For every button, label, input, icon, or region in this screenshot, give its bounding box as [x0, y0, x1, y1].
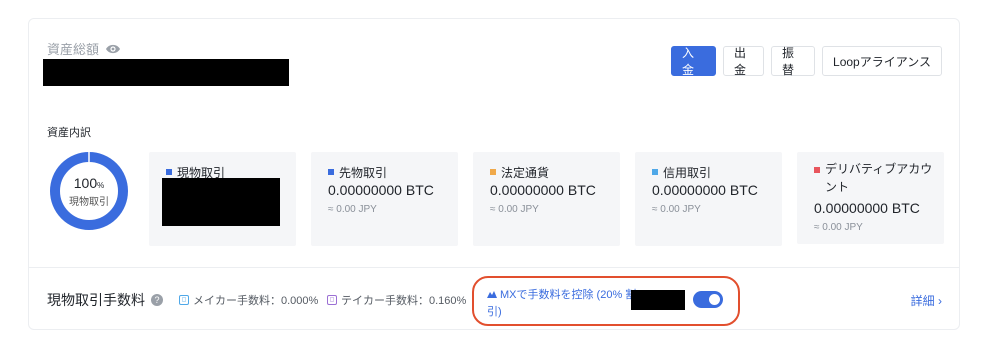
total-assets-redacted: [43, 59, 289, 86]
section-divider: [29, 267, 959, 268]
account-approx: ≈ 0.00 JPY: [328, 204, 377, 215]
account-tile-futures[interactable]: 先物取引 0.00000000 BTC ≈ 0.00 JPY: [311, 152, 458, 246]
spot-balance-redacted: [162, 178, 280, 226]
margin-color-marker: [652, 169, 658, 175]
spot-fee-title: 現物取引手数料 ?: [47, 290, 163, 310]
maker-fee-text: メイカー手数料：0.000%: [193, 295, 319, 307]
account-approx: ≈ 0.00 JPY: [814, 222, 863, 233]
account-name: デリバティブアカウント: [825, 162, 933, 194]
account-tile-margin[interactable]: 信用取引 0.00000000 BTC ≈ 0.00 JPY: [635, 152, 782, 246]
maker-fee-icon: ◻: [179, 295, 189, 305]
donut-percent: 100%: [49, 175, 129, 191]
futures-color-marker: [328, 169, 334, 175]
spot-color-marker: [166, 169, 172, 175]
account-approx: ≈ 0.00 JPY: [490, 204, 539, 215]
fiat-color-marker: [490, 169, 496, 175]
account-tile-fiat[interactable]: 法定通貨 0.00000000 BTC ≈ 0.00 JPY: [473, 152, 620, 246]
account-name: 先物取引: [339, 166, 388, 180]
mx-fee-deduction-link[interactable]: MXで手数料を控除 (20% 割引): [487, 287, 637, 321]
mx-logo-icon: [487, 291, 497, 298]
mx-fee-deduction-highlight: MXで手数料を控除 (20% 割引): [472, 276, 740, 326]
account-tile-spot[interactable]: 現物取引: [149, 152, 296, 246]
donut-caption: 現物取引: [69, 197, 109, 208]
details-link[interactable]: 詳細 ›: [911, 292, 942, 309]
breakdown-label: 資産内訳: [47, 127, 91, 139]
taker-fee-text: テイカー手数料：0.160%: [341, 295, 467, 307]
help-icon[interactable]: ?: [151, 294, 163, 306]
donut-percent-value: 100: [73, 175, 98, 191]
account-name: 信用取引: [663, 166, 712, 180]
mx-balance-redacted: [631, 290, 685, 310]
account-value: 0.00000000 BTC: [814, 200, 920, 216]
spot-fee-title-text: 現物取引手数料: [47, 292, 145, 308]
action-buttons: 入 金 出 金 振 替 Loopアライアンス: [671, 46, 942, 77]
maker-fee: ◻ メイカー手数料：0.000%: [179, 292, 318, 308]
deposit-button[interactable]: 入 金: [671, 46, 717, 77]
account-value: 0.00000000 BTC: [652, 182, 758, 198]
loop-alliance-button[interactable]: Loopアライアンス: [822, 46, 942, 76]
total-assets-label: 資産総額: [47, 39, 121, 58]
account-value: 0.00000000 BTC: [328, 182, 434, 198]
taker-fee-icon: ◻: [327, 295, 337, 305]
taker-fee: ◻ テイカー手数料：0.160%: [327, 292, 466, 308]
account-value: 0.00000000 BTC: [490, 182, 596, 198]
breakdown-donut-chart: [50, 152, 128, 230]
transfer-button[interactable]: 振 替: [771, 46, 816, 77]
account-approx: ≈ 0.00 JPY: [652, 204, 701, 215]
total-assets-text: 資産総額: [47, 42, 100, 57]
eye-icon[interactable]: [105, 43, 121, 55]
account-name: 法定通貨: [501, 166, 550, 180]
donut-percent-unit: %: [97, 181, 105, 190]
mx-fee-deduction-toggle[interactable]: [693, 291, 723, 308]
assets-card: 資産総額 入 金 出 金 振 替 Loopアライアンス 資産内訳 100% 現物…: [28, 18, 960, 330]
account-tile-derivatives[interactable]: デリバティブアカウント 0.00000000 BTC ≈ 0.00 JPY: [797, 152, 944, 244]
withdraw-button[interactable]: 出 金: [723, 46, 765, 77]
mx-fee-deduction-text: MXで手数料を控除 (20% 割引): [487, 289, 637, 318]
derivatives-color-marker: [814, 167, 820, 173]
toggle-knob: [709, 294, 720, 305]
